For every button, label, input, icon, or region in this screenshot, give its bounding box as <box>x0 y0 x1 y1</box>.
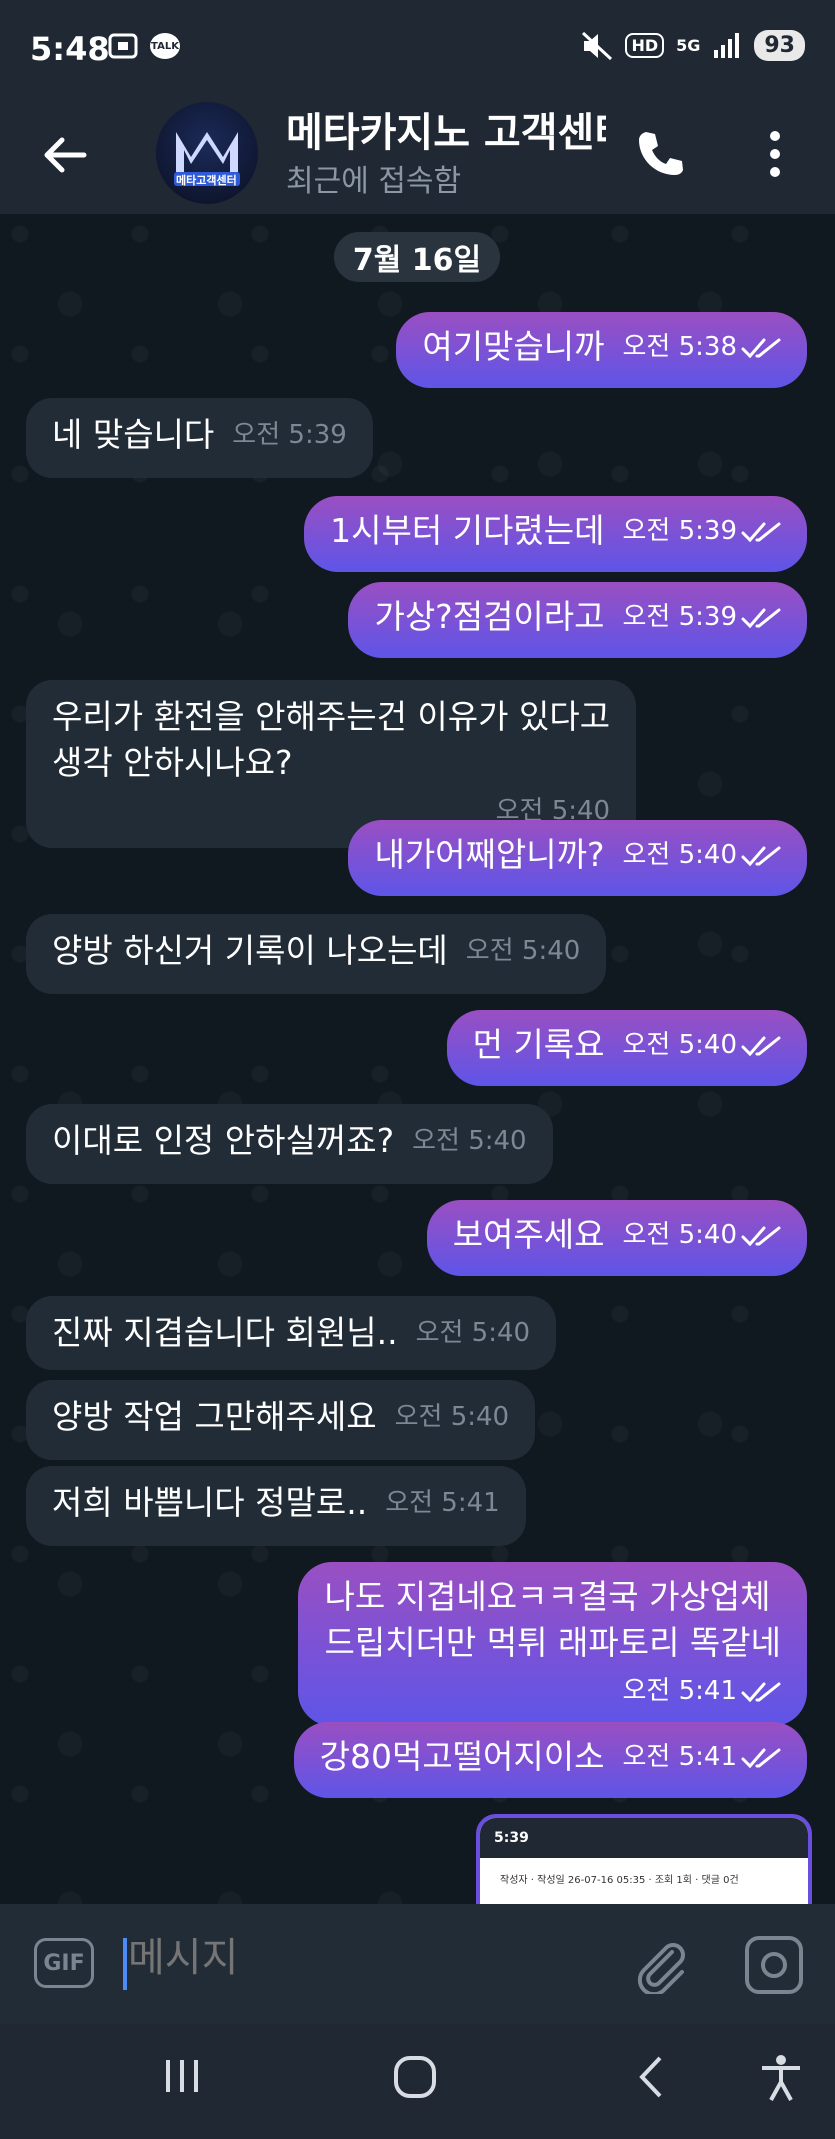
message-text: 가상?점검이라고 <box>374 597 605 636</box>
message-text: 보여주세요 <box>452 1215 605 1254</box>
incoming-message[interactable]: 저희 바쁩니다 정말로.. 오전 5:41 <box>26 1466 526 1546</box>
message-time: 오전 5:38 <box>623 324 782 370</box>
image-message-thumbnail[interactable]: 5:39 작성자 · 작성일 26-07-16 05:35 · 조회 1회 · … <box>476 1814 812 1904</box>
outgoing-message[interactable]: 가상?점검이라고 오전 5:39 <box>348 582 807 658</box>
message-input[interactable] <box>126 1934 610 1982</box>
read-receipt-icon <box>741 522 781 542</box>
message-text: 먼 기록요 <box>472 1025 605 1064</box>
message-time-text: 오전 5:40 <box>415 1318 531 1348</box>
back-nav-icon[interactable] <box>630 2054 674 2100</box>
message-text: 1시부터 기다렸는데 <box>330 511 605 550</box>
incoming-message[interactable]: 양방 작업 그만해주세요 오전 5:40 <box>26 1380 536 1460</box>
status-time: 5:48 <box>30 30 110 68</box>
message-time: 오전 5:40 <box>466 928 581 974</box>
message-text: 내가어째압니까? <box>374 835 605 874</box>
battery-indicator: 93 <box>754 30 805 61</box>
thumbnail-line: 작성자 · 작성일 26-07-16 05:35 · 조회 1회 · 댓글 0건 <box>500 1874 739 1886</box>
gif-button[interactable]: GIF <box>34 1938 94 1988</box>
avatar[interactable]: 메타고객센터 <box>156 102 258 204</box>
system-nav-bar <box>0 2024 835 2139</box>
incoming-message[interactable]: 양방 하신거 기록이 나오는데 오전 5:40 <box>26 914 607 994</box>
message-time-text: 오전 5:40 <box>622 840 738 870</box>
message-time: 오전 5:39 <box>623 508 782 554</box>
message-time: 오전 5:41 <box>324 1668 781 1714</box>
message-text: 나도 지겹네요ㅋㅋ결국 가상업체 드립치더만 먹튀 래파토리 똑같네 <box>324 1577 781 1662</box>
back-arrow-icon[interactable] <box>40 130 90 180</box>
message-time-text: 오전 5:41 <box>385 1488 500 1518</box>
avatar-text: 메타고객센터 <box>176 174 237 187</box>
message-time: 오전 5:40 <box>623 832 782 878</box>
hd-icon: HD <box>625 33 665 58</box>
message-time-text: 오전 5:38 <box>622 332 738 362</box>
message-time-text: 오전 5:39 <box>622 602 738 632</box>
chat-subtitle: 최근에 접속함 <box>286 164 462 199</box>
chat-area[interactable]: 7월 16일 여기맞습니까 오전 5:38 네 맞습니다 오전 5:39 1시부터 기다… <box>0 214 835 1904</box>
message-time: 오전 5:39 <box>623 594 782 640</box>
attach-icon[interactable] <box>630 1934 690 1994</box>
read-receipt-icon <box>741 1682 781 1702</box>
message-time: 오전 5:41 <box>385 1480 500 1526</box>
more-options-icon[interactable] <box>760 128 790 180</box>
network-icon: 5G <box>676 36 701 55</box>
message-time-text: 오전 5:40 <box>412 1126 527 1156</box>
message-time: 오전 5:40 <box>416 1310 531 1356</box>
mute-icon <box>582 31 613 60</box>
message-time: 오전 5:40 <box>395 1394 510 1440</box>
date-separator: 7월 16일 <box>334 232 500 282</box>
message-time-text: 오전 5:40 <box>465 936 581 966</box>
message-text: 우리가 환전을 안해주는건 이유가 있다고 생각 안하시나요? <box>52 697 611 782</box>
message-time: 오전 5:39 <box>232 412 347 458</box>
camera-icon[interactable] <box>745 1936 803 1994</box>
incoming-message[interactable]: 네 맞습니다 오전 5:39 <box>26 398 373 478</box>
message-time-text: 오전 5:40 <box>622 1220 738 1250</box>
phone-icon[interactable] <box>634 128 686 180</box>
incoming-message[interactable]: 이대로 인정 안하실꺼죠? 오전 5:40 <box>26 1104 553 1184</box>
read-receipt-icon <box>741 608 781 628</box>
read-receipt-icon <box>741 846 781 866</box>
message-time-text: 오전 5:39 <box>622 516 738 546</box>
message-text: 진짜 지겹습니다 회원님.. <box>52 1313 398 1352</box>
message-time: 오전 5:40 <box>412 1118 527 1164</box>
screenshot-icon <box>108 33 138 59</box>
message-input-bar: GIF <box>0 1904 835 2024</box>
outgoing-message[interactable]: 먼 기록요 오전 5:40 <box>446 1010 807 1086</box>
message-text: 여기맞습니까 <box>422 327 605 366</box>
read-receipt-icon <box>741 338 781 358</box>
message-text: 네 맞습니다 <box>52 415 215 454</box>
message-text: 이대로 인정 안하실꺼죠? <box>52 1121 395 1160</box>
outgoing-message[interactable]: 나도 지겹네요ㅋㅋ결국 가상업체 드립치더만 먹튀 래파토리 똑같네오전 5:4… <box>298 1562 807 1726</box>
outgoing-message[interactable]: 보여주세요 오전 5:40 <box>426 1200 807 1276</box>
kakaotalk-icon: TALK <box>150 33 180 59</box>
thumbnail-time: 5:39 <box>494 1830 529 1846</box>
message-text: 양방 하신거 기록이 나오는데 <box>52 931 448 970</box>
message-text: 강80먹고떨어지이소 <box>319 1737 605 1776</box>
outgoing-message[interactable]: 강80먹고떨어지이소 오전 5:41 <box>293 1722 807 1798</box>
outgoing-message[interactable]: 내가어째압니까? 오전 5:40 <box>348 820 807 896</box>
read-receipt-icon <box>741 1226 781 1246</box>
read-receipt-icon <box>741 1748 781 1768</box>
read-receipt-icon <box>741 1036 781 1056</box>
status-bar: 5:48 TALK HD 5G 93 <box>0 0 835 100</box>
message-time: 오전 5:41 <box>623 1734 782 1780</box>
message-time: 오전 5:40 <box>623 1022 782 1068</box>
recent-apps-icon[interactable] <box>160 2054 204 2098</box>
message-time-text: 오전 5:40 <box>394 1402 510 1432</box>
message-time-text: 오전 5:41 <box>622 1742 738 1772</box>
chat-title: 메타카지노 고객센터 <box>286 110 606 156</box>
message-time-text: 오전 5:41 <box>622 1676 738 1706</box>
message-time-text: 오전 5:40 <box>622 1030 738 1060</box>
message-text: 양방 작업 그만해주세요 <box>52 1397 377 1436</box>
message-time-text: 오전 5:39 <box>232 420 347 450</box>
signal-icon <box>714 32 740 58</box>
outgoing-message[interactable]: 여기맞습니까 오전 5:38 <box>396 312 807 388</box>
incoming-message[interactable]: 진짜 지겹습니다 회원님.. 오전 5:40 <box>26 1296 557 1370</box>
outgoing-message[interactable]: 1시부터 기다렸는데 오전 5:39 <box>304 496 807 572</box>
home-icon[interactable] <box>392 2054 438 2100</box>
message-time: 오전 5:40 <box>623 1212 782 1258</box>
chat-header: 메타고객센터 메타카지노 고객센터 최근에 접속함 <box>0 100 835 214</box>
accessibility-icon[interactable] <box>758 2054 804 2102</box>
logo-icon <box>174 132 240 186</box>
message-text: 저희 바쁩니다 정말로.. <box>52 1483 368 1522</box>
